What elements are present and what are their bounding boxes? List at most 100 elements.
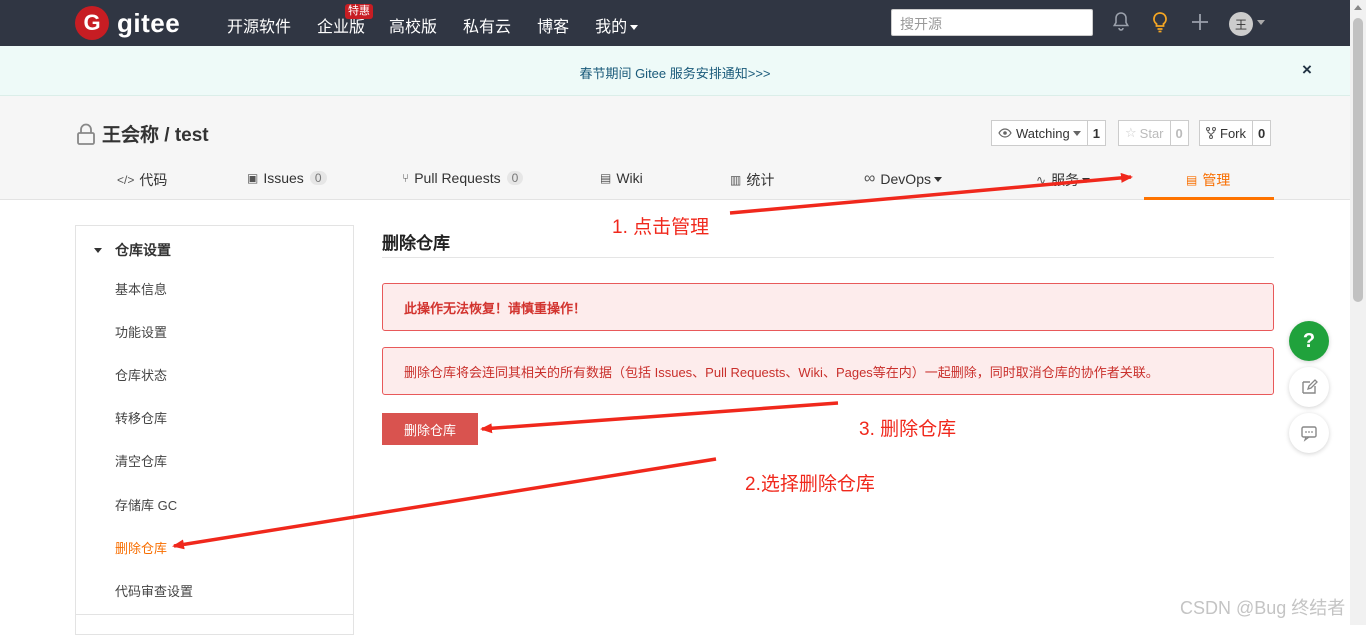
sidebar-section-header[interactable]: 仓库设置 [94,240,171,260]
tab-devops[interactable]: ∞ DevOps [864,170,942,188]
sidebar-item-code-review[interactable]: 代码审查设置 [115,581,193,600]
repo-title-text[interactable]: 王会称 / test [102,120,209,147]
chevron-down-icon [1082,177,1091,183]
scroll-up-icon[interactable] [1354,5,1362,10]
delete-repo-button[interactable]: 删除仓库 [382,413,478,445]
chevron-down-icon [933,176,942,182]
gitee-logo-text: gitee [117,7,181,38]
fork-button[interactable]: Fork 0 [1199,120,1272,146]
sidebar-item-basic-info[interactable]: 基本信息 [115,279,167,298]
bell-icon[interactable] [1109,10,1133,34]
tab-code[interactable]: </> 代码 [117,170,167,190]
tab-service[interactable]: ∿ 服务 [1036,170,1091,190]
pulse-icon: ∿ [1036,173,1047,187]
annotation-step3: 3. 删除仓库 [859,419,957,440]
sidebar-item-transfer[interactable]: 转移仓库 [115,408,167,427]
sidebar-item-repo-status[interactable]: 仓库状态 [115,365,167,384]
search-input[interactable]: 搜开源 [891,9,1093,36]
settings-sidebar: 仓库设置 基本信息 功能设置 仓库状态 转移仓库 清空仓库 存储库 GC 删除仓… [75,225,354,635]
scroll-thumb[interactable] [1353,18,1363,302]
annotation-step2: 2.选择删除仓库 [745,474,875,495]
infinity-icon: ∞ [864,170,876,187]
pr-count-badge: 0 [506,171,524,185]
star-text: Star [1139,125,1164,141]
watching-button[interactable]: Watching 1 [991,120,1106,146]
repo-tabs: </> 代码 ▣ Issues 0 ⑂ Pull Requests 0 ▤ Wiki ▥ 统计… [0,166,1350,200]
star-count[interactable]: 0 [1169,121,1188,145]
edit-icon [1302,379,1318,394]
nav-university[interactable]: 高校版 [389,13,437,37]
gitee-logo[interactable]: G gitee [75,6,180,40]
watching-label: Watching [992,121,1087,145]
nav-enterprise[interactable]: 企业版 特惠 [317,4,374,37]
title-divider [382,257,1274,258]
nav-enterprise-label: 企业版 [317,19,366,36]
nav-mine[interactable]: 我的 [595,13,639,37]
watching-count[interactable]: 1 [1086,121,1105,145]
chat-button[interactable] [1289,413,1329,453]
sidebar-item-features[interactable]: 功能设置 [115,322,167,341]
tab-issues-label: Issues [263,170,304,186]
chevron-down-icon[interactable] [1257,20,1265,25]
repo-header: 王会称 / test Watching 1 ☆ Star 0 Fork 0 </… [0,96,1350,200]
main-nav: 开源软件 企业版 特惠 高校版 私有云 博客 我的 [227,4,664,37]
description-alert: 删除仓库将会连同其相关的所有数据（包括 Issues、Pull Requests… [382,347,1274,395]
chevron-down-icon [630,25,639,31]
tab-manage[interactable]: ▤ 管理 [1186,170,1230,190]
repo-title: 王会称 / test [76,120,209,147]
tab-issues[interactable]: ▣ Issues 0 [247,170,327,186]
fork-label: Fork [1200,121,1252,145]
star-group: ☆ Star 0 [1118,120,1189,146]
annotation-step1: 1. 点击管理 [612,217,710,238]
code-icon: </> [117,173,135,187]
notice-banner: 春节期间 Gitee 服务安排通知>>> × [0,46,1350,96]
nav-mine-label: 我的 [595,19,628,36]
avatar[interactable]: 王 [1229,12,1253,36]
sidebar-divider [76,614,353,615]
sidebar-item-clear[interactable]: 清空仓库 [115,451,167,470]
tab-manage-label: 管理 [1202,172,1231,188]
chat-icon [1301,426,1317,442]
warning-alert: 此操作无法恢复！请慎重操作！ [382,283,1274,331]
watching-text: Watching [1016,125,1070,141]
lightbulb-icon[interactable] [1148,10,1172,34]
star-icon: ☆ [1125,125,1137,140]
eye-icon [998,128,1012,138]
sidebar-item-gc[interactable]: 存储库 GC [115,495,177,514]
watermark: CSDN @Bug 终结者 [1180,598,1346,618]
sidebar-section-label: 仓库设置 [115,242,171,258]
close-icon[interactable]: × [1302,60,1312,80]
notice-link[interactable]: 春节期间 Gitee 服务安排通知>>> [0,63,1350,82]
issues-icon: ▣ [247,171,259,185]
fork-count[interactable]: 0 [1252,121,1270,145]
sidebar-item-delete[interactable]: 删除仓库 [115,538,167,557]
pull-request-icon: ⑂ [402,171,410,185]
feedback-button[interactable] [1289,367,1329,407]
plus-icon[interactable] [1188,10,1212,34]
tab-code-label: 代码 [139,172,168,188]
tab-pr-label: Pull Requests [414,170,501,186]
nav-private-cloud[interactable]: 私有云 [463,13,511,37]
caret-down-icon [94,247,102,253]
star-button[interactable]: ☆ Star 0 [1118,120,1189,146]
chevron-down-icon [1072,130,1081,136]
tab-service-label: 服务 [1051,172,1080,188]
fork-icon [1206,127,1216,139]
tab-pull-requests[interactable]: ⑂ Pull Requests 0 [402,170,524,186]
nav-open-source[interactable]: 开源软件 [227,13,291,37]
lock-icon [77,123,95,145]
page-scrollbar[interactable] [1350,0,1366,625]
tab-wiki[interactable]: ▤ Wiki [600,170,643,186]
tab-wiki-label: Wiki [616,170,643,186]
nav-blog[interactable]: 博客 [537,13,569,37]
arrow-to-delete-button [480,401,839,434]
help-button[interactable]: ? [1289,321,1329,361]
active-tab-indicator [1144,197,1274,200]
tab-stats-label: 统计 [746,172,775,188]
fork-text: Fork [1220,125,1246,141]
watching-group: Watching 1 [991,120,1106,146]
tab-devops-label: DevOps [880,171,931,187]
fork-group: Fork 0 [1199,120,1272,146]
tab-stats[interactable]: ▥ 统计 [730,170,774,190]
book-icon: ▤ [600,171,612,185]
